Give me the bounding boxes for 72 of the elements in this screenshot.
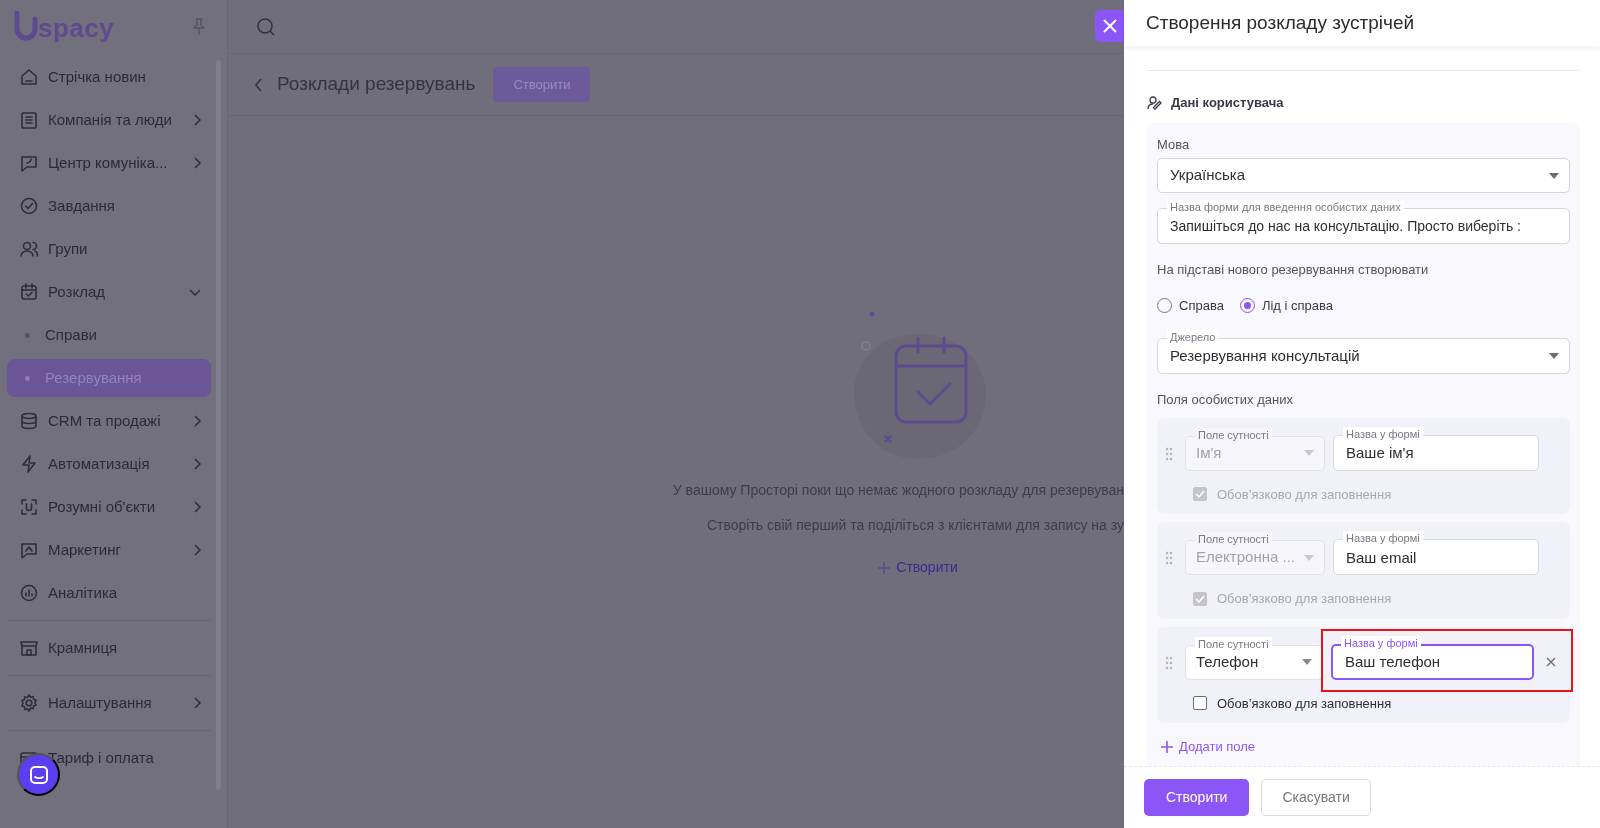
- plus-icon: [1161, 740, 1173, 753]
- home-icon: [19, 67, 39, 87]
- caret-down-icon: [1549, 172, 1559, 179]
- language-dropdown[interactable]: Українська: [1157, 158, 1570, 193]
- user-edit-icon: [1147, 94, 1163, 111]
- field-label: Поля особистих даних: [1157, 391, 1294, 409]
- add-field-link[interactable]: Додати поле: [1157, 731, 1570, 763]
- check-icon: [1195, 490, 1205, 499]
- chat-icon: [19, 153, 39, 173]
- section-title: Дані користувача: [1171, 94, 1284, 112]
- required-checkbox-option[interactable]: Обов’язково для заповнення: [1193, 589, 1556, 609]
- field-label: Назва у формі: [1343, 426, 1423, 441]
- required-checkbox-option[interactable]: Обов’язково для заповнення: [1193, 693, 1556, 713]
- radio-option[interactable]: Лід і справа: [1239, 295, 1333, 315]
- back-chevron-icon[interactable]: [254, 77, 263, 92]
- drag-handle-icon[interactable]: [1165, 446, 1173, 461]
- pin-icon[interactable]: [191, 17, 207, 35]
- sidebar-item[interactable]: Маркетинг: [7, 531, 211, 569]
- field-label: Поле сутності: [1195, 427, 1272, 442]
- gear-icon: [19, 693, 39, 713]
- store-icon: [19, 638, 39, 658]
- drag-handle-icon[interactable]: [1165, 551, 1173, 565]
- chart-icon: [19, 583, 39, 603]
- create-button[interactable]: Створити: [1144, 779, 1250, 816]
- sidebar-item[interactable]: Автоматизація: [7, 445, 211, 483]
- lightning-icon: [19, 454, 39, 474]
- caret-down-icon: [1302, 659, 1312, 665]
- caret-down-icon: [1549, 353, 1559, 359]
- panel-title: Створення розкладу зустрічей: [1146, 10, 1415, 35]
- create-link[interactable]: Створити: [872, 556, 964, 579]
- drag-handle-icon[interactable]: [1165, 655, 1173, 670]
- field-label: Назва форми для введення особистих даних: [1167, 200, 1404, 214]
- sidebar-item[interactable]: Групи: [7, 230, 211, 268]
- required-checkbox-option[interactable]: Обов’язково для заповнення: [1193, 484, 1556, 504]
- field-label: Поле сутності: [1195, 532, 1272, 546]
- sidebar-item[interactable]: Аналітика: [7, 574, 211, 612]
- page-title: Розклади резервувань: [277, 72, 476, 97]
- plus-icon: [878, 561, 891, 574]
- sidebar-item[interactable]: Стрічка новин: [7, 58, 211, 96]
- radio-option[interactable]: Справа: [1157, 295, 1224, 315]
- sidebar-item[interactable]: Крамниця: [7, 629, 211, 667]
- sidebar-item[interactable]: Компанія та люди: [7, 101, 211, 139]
- checkbox[interactable]: [1193, 696, 1207, 711]
- field-label: Мова: [1157, 135, 1191, 154]
- database-icon: [19, 411, 39, 431]
- sidebar-item[interactable]: CRM та продажі: [7, 402, 211, 440]
- check-icon: [1195, 594, 1205, 603]
- scan-icon: [19, 497, 39, 517]
- field-label: Поле сутності: [1195, 636, 1272, 651]
- sidebar-item[interactable]: Розумні об'єкти: [7, 488, 211, 526]
- field-label: Джерело: [1167, 330, 1219, 344]
- close-icon: [1103, 19, 1117, 33]
- sidebar-item[interactable]: Завдання: [7, 187, 211, 225]
- check-circle-icon: [19, 196, 39, 216]
- sidebar-item[interactable]: Розклад: [7, 273, 211, 311]
- caret-down-icon: [1304, 554, 1314, 561]
- sidebar-item[interactable]: Налаштування: [7, 684, 211, 722]
- sidebar-item[interactable]: Центр комуніка...: [7, 144, 211, 182]
- users-icon: [19, 239, 39, 259]
- close-button[interactable]: [1095, 10, 1125, 42]
- field-label: Назва у формі: [1341, 635, 1421, 650]
- calendar-icon: [19, 282, 39, 302]
- logo-mark-icon: [14, 11, 38, 41]
- close-icon[interactable]: [1546, 656, 1556, 667]
- search-icon[interactable]: [256, 16, 276, 37]
- field-label: Назва у формі: [1343, 531, 1423, 545]
- field-label: На підставі нового резервування створювати: [1157, 261, 1430, 279]
- caret-down-icon: [1304, 450, 1314, 456]
- cancel-button[interactable]: Скасувати: [1261, 779, 1371, 816]
- chat-bubble-icon: [28, 764, 49, 785]
- sidebar-item[interactable]: Справи: [7, 316, 211, 354]
- building-icon: [19, 110, 39, 130]
